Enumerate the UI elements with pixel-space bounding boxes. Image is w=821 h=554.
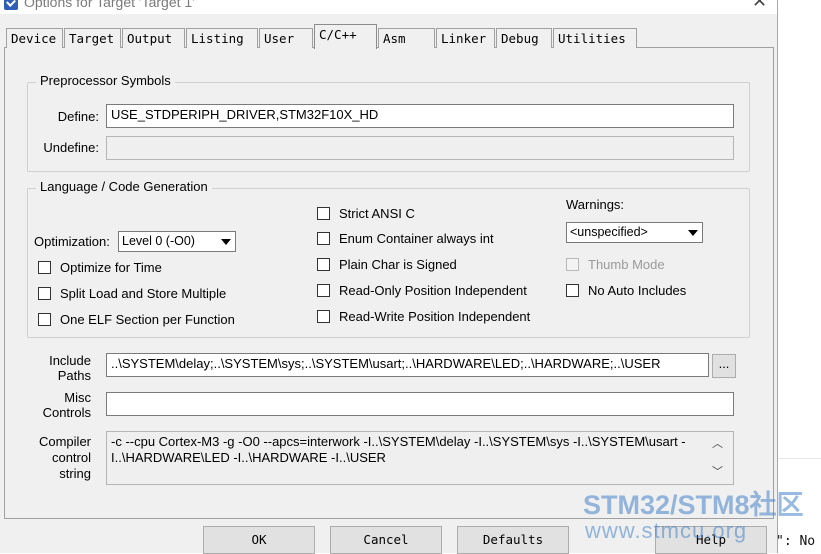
chevron-down-icon	[216, 233, 234, 250]
checkbox-box	[317, 232, 330, 245]
tab-device[interactable]: Device	[6, 28, 63, 48]
tab-asm[interactable]: Asm	[378, 28, 435, 48]
compiler-control-label: Compiler control string	[25, 434, 91, 482]
app-icon	[4, 0, 18, 10]
compiler-control-line2: I..\HARDWARE\LED -I..\HARDWARE -I..\USER	[111, 450, 386, 465]
include-paths-label: Include Paths	[25, 353, 91, 383]
checkbox-box	[38, 287, 51, 300]
watermark-title: STM32/STM8社区	[583, 490, 804, 520]
title-bar: Options for Target 'Target 1' ✕	[0, 0, 777, 14]
warnings-label: Warnings:	[566, 197, 625, 212]
misc-controls-label-line1: Misc	[64, 390, 91, 405]
tab-panel-cc: Preprocessor Symbols Define: USE_STDPERI…	[4, 47, 774, 519]
window-title: Options for Target 'Target 1'	[24, 0, 195, 10]
no-auto-includes-label: No Auto Includes	[588, 283, 687, 298]
tab-user[interactable]: User	[259, 28, 313, 48]
language-group-title: Language / Code Generation	[36, 179, 212, 194]
checkbox-box	[566, 284, 579, 297]
optimization-value: Level 0 (-O0)	[122, 234, 195, 248]
plain-char-signed-label: Plain Char is Signed	[339, 257, 457, 272]
misc-controls-label: Misc Controls	[25, 390, 91, 420]
compiler-control-scrollbar[interactable]: ︿ ﹀	[706, 433, 734, 483]
warnings-value: <unspecified>	[570, 225, 648, 239]
watermark-url: www.stmcu.org	[585, 518, 748, 543]
browse-include-paths-button[interactable]: ...	[712, 354, 736, 378]
checkbox-box	[38, 261, 51, 274]
tab-listing[interactable]: Listing	[186, 28, 258, 48]
checkbox-box	[317, 284, 330, 297]
tab-utilities[interactable]: Utilities	[553, 28, 637, 48]
compiler-control-label-line1: Compiler	[38, 434, 91, 449]
define-label: Define:	[57, 109, 99, 124]
compiler-control-line1: -c --cpu Cortex-M3 -g -O0 --apcs=interwo…	[111, 434, 686, 449]
background-divider	[778, 458, 821, 459]
define-input[interactable]: USE_STDPERIPH_DRIVER,STM32F10X_HD	[106, 104, 734, 128]
close-icon[interactable]: ✕	[752, 0, 767, 12]
include-paths-label-line2: Paths	[57, 368, 91, 383]
compiler-control-textarea[interactable]: -c --cpu Cortex-M3 -g -O0 --apcs=interwo…	[106, 431, 734, 485]
undefine-input[interactable]	[106, 136, 734, 160]
tab-output[interactable]: Output	[122, 28, 185, 48]
undefine-label: Undefine:	[43, 140, 99, 155]
checkbox-box	[317, 258, 330, 271]
checkbox-box	[566, 258, 579, 271]
checkbox-box	[317, 310, 330, 323]
tab-cc[interactable]: C/C++	[314, 24, 377, 49]
preprocessor-group-title: Preprocessor Symbols	[36, 73, 175, 88]
rw-position-independent-label: Read-Write Position Independent	[339, 309, 531, 324]
tab-target[interactable]: Target	[64, 28, 121, 48]
thumb-mode-label: Thumb Mode	[588, 257, 665, 272]
tab-strip: Device Target Output Listing User C/C++ …	[6, 24, 776, 49]
compiler-control-label-line3: string	[59, 466, 91, 481]
optimization-label: Optimization:	[34, 234, 110, 249]
options-dialog: Options for Target 'Target 1' ✕ Preproce…	[0, 0, 778, 554]
split-load-store-label: Split Load and Store Multiple	[60, 286, 227, 301]
chevron-down-icon	[683, 224, 701, 241]
defaults-button[interactable]: Defaults	[457, 526, 569, 554]
enum-container-label: Enum Container always int	[339, 231, 494, 246]
tab-debug[interactable]: Debug	[496, 28, 552, 48]
misc-controls-input[interactable]	[106, 392, 734, 416]
cancel-button[interactable]: Cancel	[330, 526, 442, 554]
include-paths-label-line1: Include	[49, 353, 91, 368]
tab-linker[interactable]: Linker	[436, 28, 495, 48]
warnings-select[interactable]: <unspecified>	[566, 222, 703, 243]
ro-position-independent-label: Read-Only Position Independent	[339, 283, 527, 298]
one-elf-section-label: One ELF Section per Function	[60, 312, 235, 327]
compiler-control-label-line2: control	[51, 450, 91, 465]
checkbox-box	[317, 207, 330, 220]
optimize-for-time-label: Optimize for Time	[60, 260, 162, 275]
optimization-select[interactable]: Level 0 (-O0)	[118, 231, 236, 252]
scroll-down-icon[interactable]: ﹀	[712, 463, 723, 479]
misc-controls-label-line2: Controls	[42, 405, 91, 420]
watermark: STM32/STM8社区 www.stmcu.org	[583, 490, 804, 542]
strict-ansi-c-label: Strict ANSI C	[339, 206, 415, 221]
ok-button[interactable]: OK	[203, 526, 315, 554]
include-paths-input[interactable]: ..\SYSTEM\delay;..\SYSTEM\sys;..\SYSTEM\…	[106, 353, 709, 377]
scroll-up-icon[interactable]: ︿	[712, 435, 723, 451]
checkbox-box	[38, 313, 51, 326]
